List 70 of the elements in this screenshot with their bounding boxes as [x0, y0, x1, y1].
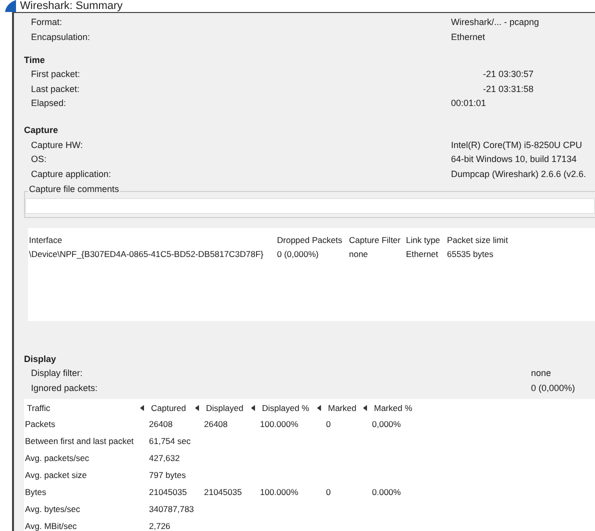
field-label: Capture HW:	[31, 140, 84, 150]
section-heading: Time	[24, 54, 46, 66]
field-label: Encapsulation:	[31, 32, 92, 42]
table-cell: 65535 bytes	[446, 249, 494, 259]
field-value: Intel(R) Core(TM) i5-8250U CPU	[451, 140, 584, 150]
field-value: 0 (0,000%)	[531, 382, 576, 393]
field-label: OS:	[31, 154, 48, 164]
table-cell: 100.000%	[259, 486, 300, 496]
column-header[interactable]: Displayed	[205, 403, 244, 413]
table-cell: 0	[325, 486, 332, 496]
column-header[interactable]: Displayed %	[261, 403, 310, 413]
table-cell: \Device\NPF_{B307ED4A-0865-41C5-BD52-DB5817C3D78F}	[28, 249, 264, 259]
table-cell: 0,000%	[371, 418, 402, 428]
window-title: Wireshark: Summary	[20, 0, 123, 12]
table-cell: Between first and last packet	[24, 436, 135, 446]
table-cell: 61,754 sec	[148, 436, 192, 446]
table-cell: 797 bytes	[148, 470, 187, 480]
table-cell: 21045035	[203, 486, 243, 496]
field-label: First packet:	[31, 69, 82, 80]
table-cell: 0.000%	[371, 486, 402, 496]
field-value: Ethernet	[451, 32, 486, 42]
table-cell: Ethernet	[405, 249, 440, 259]
field-value: none	[531, 368, 552, 378]
table-cell: 100.000%	[259, 418, 300, 428]
field-value: Dumpcap (Wireshark) 2.6.6 (v2.6.	[451, 168, 588, 179]
sort-icon	[195, 405, 199, 411]
column-header[interactable]: Dropped Packets	[276, 235, 344, 245]
section-heading: Display	[24, 352, 58, 366]
field-value: Wireshark/... - pcapng	[451, 17, 540, 28]
table-cell: 2,726	[148, 520, 172, 530]
table-cell: Bytes	[24, 486, 48, 496]
column-header[interactable]: Packet size limit	[446, 235, 509, 245]
field-label: Elapsed:	[31, 98, 68, 108]
field-label: Display filter:	[31, 368, 84, 378]
table-cell: Avg. packet size	[24, 470, 88, 480]
column-header[interactable]: Traffic	[26, 403, 52, 413]
field-label: Capture application:	[31, 168, 112, 179]
table-cell: 21045035	[148, 486, 188, 496]
sort-icon	[251, 405, 255, 411]
fin-icon	[4, 0, 16, 12]
table-cell: 26408	[148, 418, 174, 428]
table-cell: Avg. MBit/sec	[24, 520, 78, 530]
field-value: -21 03:30:57	[482, 69, 535, 80]
column-header[interactable]: Capture Filter	[348, 235, 402, 245]
group-legend: Capture file comments	[28, 184, 120, 194]
column-header[interactable]: Captured	[150, 403, 187, 413]
sort-icon	[140, 405, 144, 411]
table-cell: 26408	[203, 418, 229, 428]
table-cell: 427,632	[148, 452, 181, 462]
table-cell: 0	[325, 418, 332, 428]
sort-icon	[363, 405, 367, 411]
field-label: Last packet:	[31, 84, 81, 94]
column-header[interactable]: Interface	[28, 235, 64, 245]
table-cell: Avg. packets/sec	[24, 452, 90, 462]
field-value: 64-bit Windows 10, build 17134	[451, 154, 578, 164]
field-value: 00:01:01	[451, 98, 488, 108]
table-cell: 340787,783	[148, 504, 195, 514]
column-header[interactable]: Link type	[405, 235, 442, 245]
table-cell: 0 (0,000%)	[276, 249, 320, 259]
field-value: -21 03:31:58	[482, 84, 535, 94]
field-label: Format:	[31, 17, 64, 28]
column-header[interactable]: Marked	[327, 403, 358, 413]
table-cell: Avg. bytes/sec	[24, 504, 82, 514]
comments-field[interactable]	[25, 198, 595, 214]
table-cell: Packets	[24, 418, 56, 428]
field-label: Ignored packets:	[31, 382, 99, 393]
column-header[interactable]: Marked %	[373, 403, 414, 413]
table-cell: none	[348, 249, 369, 259]
sort-icon	[317, 405, 321, 411]
section-heading: Capture	[24, 124, 60, 137]
